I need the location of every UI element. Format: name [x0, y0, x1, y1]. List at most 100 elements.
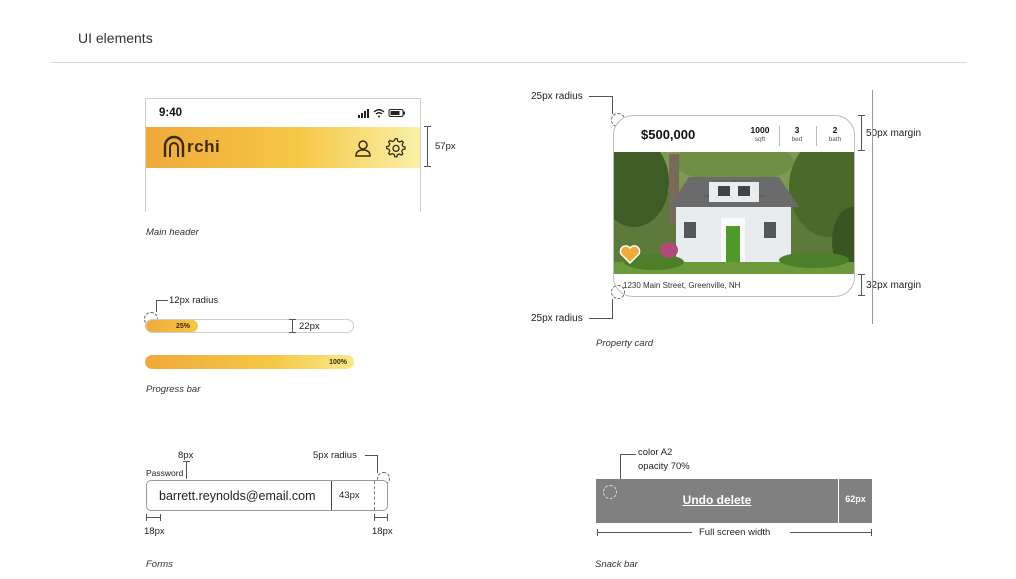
- status-icons: [358, 109, 405, 118]
- dimension-tick: [160, 514, 161, 521]
- wifi-icon: [373, 109, 385, 118]
- progress-label: 25%: [176, 323, 191, 330]
- progress-radius-annotation: 12px radius: [169, 295, 219, 306]
- main-header-caption: Main header: [146, 227, 199, 238]
- dimension-tick: [858, 115, 865, 116]
- progress-height-annotation: 22px: [299, 321, 320, 332]
- dimension-tick: [183, 461, 190, 462]
- leader-line: [589, 318, 612, 319]
- dimension-tick: [597, 529, 598, 536]
- stat-label: bath: [828, 136, 842, 143]
- heart-icon[interactable]: [619, 244, 641, 264]
- stat-divider: [816, 126, 817, 146]
- property-price: $500,000: [641, 127, 696, 142]
- app-header-bar: rchi: [146, 127, 420, 168]
- snackbar-height-block: 62px: [839, 479, 872, 523]
- right-padding-annotation: 18px: [372, 526, 393, 537]
- dimension-line: [597, 532, 692, 533]
- dimension-line: [790, 532, 872, 533]
- header-height-dimension: [427, 126, 428, 167]
- phone-frame: 9:40 rchi: [145, 98, 421, 212]
- stat-bed: 3 bed: [782, 125, 812, 143]
- card-bottom-margin-annotation: 32px margin: [866, 280, 922, 291]
- progress-fill: 100%: [145, 355, 354, 369]
- header-height-annotation: 57px: [435, 141, 456, 152]
- stat-value: 2: [832, 125, 838, 135]
- dimension-tick: [289, 319, 296, 320]
- progress-bar-25: 25%: [145, 319, 354, 333]
- dimension-line: [331, 481, 332, 510]
- card-top-margin-annotation: 50px margin: [866, 128, 922, 139]
- dimension-tick: [424, 126, 431, 127]
- progress-label: 100%: [329, 358, 347, 366]
- field-height-annotation: 43px: [339, 490, 360, 501]
- email-field[interactable]: barrett.reynolds@email.com 43px: [146, 480, 388, 511]
- leader-line: [186, 461, 187, 479]
- property-card-caption: Property card: [596, 338, 654, 349]
- property-card[interactable]: $500,000 1000 sqft 3 bed 2 bath 1230 Mai…: [613, 115, 855, 297]
- progress-bar-100: 100%: [145, 355, 354, 369]
- property-photo: [614, 152, 854, 274]
- stat-divider: [779, 126, 780, 146]
- battery-icon: [388, 109, 405, 117]
- dimension-tick: [289, 332, 296, 333]
- leader-line: [612, 96, 613, 114]
- leader-line: [612, 299, 613, 319]
- radius-marker: [611, 285, 625, 299]
- stat-label: bed: [791, 136, 803, 143]
- signal-icon: [358, 109, 369, 118]
- stat-value: 1000: [750, 125, 770, 135]
- radius-marker: [603, 485, 617, 499]
- snackbar-color-annotation: color A2: [638, 447, 673, 458]
- logo-text: rchi: [187, 137, 221, 156]
- dimension-line: [146, 517, 161, 518]
- label-spacing-annotation: 8px: [178, 450, 194, 461]
- logo-arch-icon: [163, 135, 185, 157]
- guide-line: [872, 90, 873, 324]
- forms-caption: Forms: [146, 559, 173, 570]
- snackbar-caption: Snack bar: [595, 559, 638, 570]
- progress-bar-caption: Progress bar: [146, 384, 201, 395]
- password-label: Password: [146, 468, 184, 478]
- card-bottom-radius-annotation: 25px radius: [531, 313, 583, 324]
- property-address: 1230 Main Street, Greenville, NH: [623, 281, 741, 290]
- leader-line: [365, 455, 377, 456]
- leader-line: [589, 96, 612, 97]
- left-padding-annotation: 18px: [144, 526, 165, 537]
- dimension-tick: [858, 150, 865, 151]
- dimension-tick: [374, 514, 375, 521]
- snackbar-height-annotation: 62px: [845, 494, 866, 504]
- stat-label: sqft: [754, 136, 766, 143]
- email-field-value: barrett.reynolds@email.com: [159, 489, 316, 503]
- padding-guide: [374, 481, 375, 510]
- progress-height-dimension: [292, 319, 293, 333]
- dimension-tick: [858, 295, 865, 296]
- dimension-tick: [871, 529, 872, 536]
- status-time: 9:40: [159, 107, 183, 119]
- user-icon[interactable]: [354, 139, 372, 157]
- top-margin-dimension: [861, 115, 862, 151]
- stat-bath: 2 bath: [820, 125, 850, 143]
- stat-sqft: 1000 sqft: [745, 125, 775, 143]
- undo-delete-button[interactable]: Undo delete: [596, 493, 838, 507]
- leader-line: [156, 300, 168, 301]
- gear-icon[interactable]: [386, 138, 406, 158]
- leader-line: [620, 454, 636, 455]
- snackbar: Undo delete: [596, 479, 838, 523]
- snackbar-opacity-annotation: opacity 70%: [638, 461, 690, 472]
- leader-line: [156, 300, 157, 312]
- bottom-margin-dimension: [861, 274, 862, 296]
- dimension-tick: [146, 514, 147, 521]
- leader-line: [377, 455, 378, 473]
- field-radius-annotation: 5px radius: [313, 450, 357, 461]
- dimension-tick: [424, 166, 431, 167]
- dimension-line: [374, 517, 388, 518]
- card-top-radius-annotation: 25px radius: [531, 91, 583, 102]
- progress-fill: 25%: [146, 320, 198, 332]
- dimension-tick: [858, 274, 865, 275]
- dimension-tick: [387, 514, 388, 521]
- page-title: UI elements: [78, 30, 153, 46]
- title-divider: [50, 62, 967, 63]
- stat-value: 3: [794, 125, 800, 135]
- snackbar-width-annotation: Full screen width: [699, 527, 771, 538]
